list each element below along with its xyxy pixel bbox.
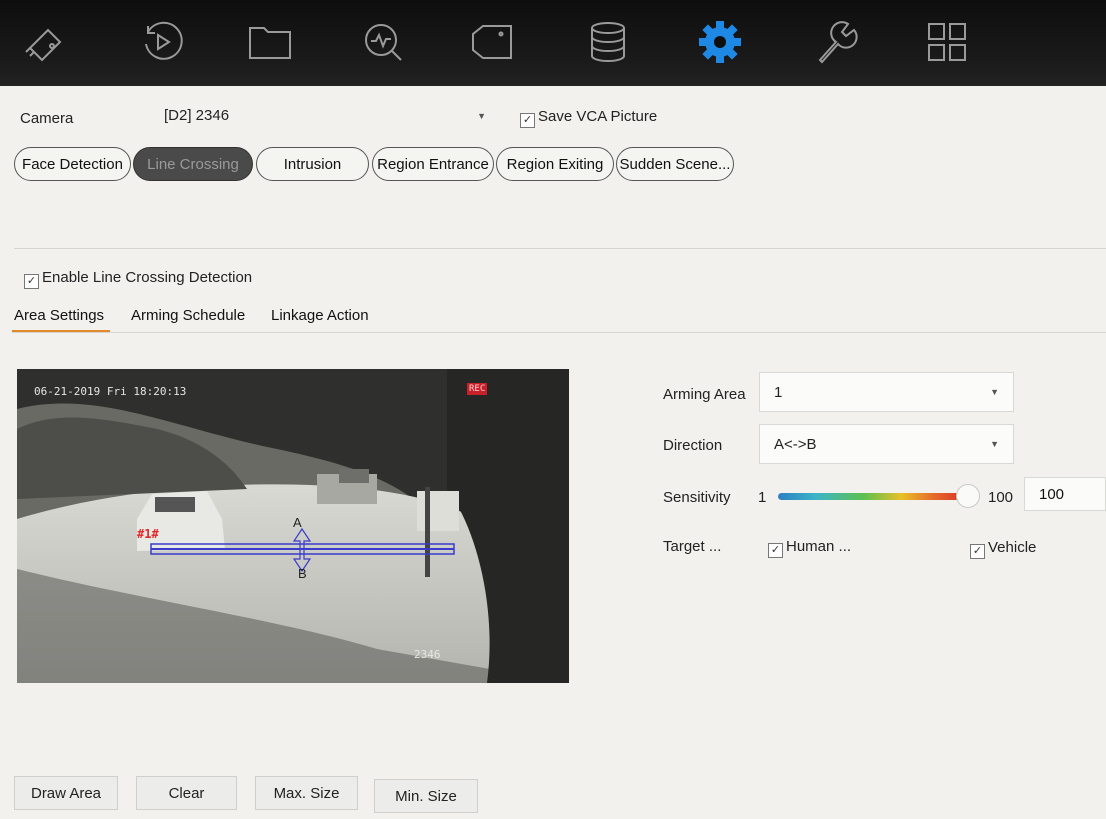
- tab-linkage-action[interactable]: Linkage Action: [271, 307, 369, 324]
- clear-button[interactable]: Clear: [136, 776, 237, 810]
- video-preview[interactable]: 06-21-2019 Fri 18:20:13 REC #1# A B 2346: [17, 369, 569, 683]
- draw-area-button[interactable]: Draw Area: [14, 776, 118, 810]
- menu-grid-icon[interactable]: [919, 14, 975, 70]
- divider: [12, 332, 1106, 333]
- save-vca-checkbox[interactable]: ✓ Save VCA Picture: [520, 108, 657, 128]
- settings-panel: Camera [D2] 2346 ▼ ✓ Save VCA Picture Fac…: [0, 86, 1106, 819]
- channel-name-osd: 2346: [414, 648, 441, 661]
- sensitivity-input[interactable]: 100: [1024, 477, 1106, 511]
- video-timestamp: 06-21-2019 Fri 18:20:13: [34, 385, 187, 398]
- line-id-label: #1#: [137, 527, 159, 541]
- chevron-down-icon: ▼: [477, 111, 486, 121]
- storage-icon[interactable]: [580, 14, 636, 70]
- arming-area-select[interactable]: 1 ▼: [759, 372, 1014, 412]
- camera-icon[interactable]: [465, 14, 521, 70]
- chevron-down-icon: ▼: [990, 387, 999, 397]
- checkbox-icon: ✓: [24, 274, 39, 289]
- human-checkbox[interactable]: ✓ Human ...: [768, 538, 851, 558]
- tab-sudden-scene[interactable]: Sudden Scene...: [616, 147, 734, 181]
- tab-label: Intrusion: [283, 155, 342, 173]
- file-icon[interactable]: [242, 14, 298, 70]
- vehicle-label: Vehicle: [988, 539, 1037, 556]
- camera-label: Camera: [20, 110, 74, 127]
- enable-label: Enable Line Crossing Detection: [42, 269, 253, 286]
- live-view-icon[interactable]: [18, 14, 74, 70]
- tab-arming-schedule[interactable]: Arming Schedule: [131, 307, 245, 324]
- checkbox-icon: ✓: [520, 113, 535, 128]
- truck: [317, 469, 377, 504]
- van: [417, 491, 459, 531]
- sensitivity-slider[interactable]: [778, 493, 968, 500]
- maintenance-icon[interactable]: [808, 14, 864, 70]
- sensitivity-max: 100: [988, 489, 1014, 506]
- car: [137, 491, 225, 551]
- target-label: Target ...: [663, 538, 722, 555]
- tab-region-exiting[interactable]: Region Exiting: [496, 147, 614, 181]
- arming-area-label: Arming Area: [663, 386, 746, 403]
- search-icon[interactable]: [355, 14, 411, 70]
- sensitivity-min: 1: [758, 489, 767, 506]
- human-label: Human ...: [786, 538, 852, 555]
- playback-icon[interactable]: [134, 14, 190, 70]
- main-toolbar: [0, 0, 1106, 86]
- checkbox-icon: ✓: [970, 544, 985, 559]
- tab-label: Region Entrance: [377, 155, 489, 173]
- tab-intrusion[interactable]: Intrusion: [256, 147, 369, 181]
- enable-line-crossing-checkbox[interactable]: ✓ Enable Line Crossing Detection: [24, 269, 252, 289]
- checkbox-icon: ✓: [768, 543, 783, 558]
- divider: [14, 248, 1106, 249]
- point-b-label: B: [298, 566, 307, 581]
- min-size-button[interactable]: Min. Size: [374, 779, 478, 813]
- tab-label: Region Exiting: [506, 155, 604, 173]
- save-vca-label: Save VCA Picture: [538, 108, 658, 125]
- max-size-button[interactable]: Max. Size: [255, 776, 358, 810]
- tab-line-crossing[interactable]: Line Crossing: [133, 147, 253, 181]
- point-a-label: A: [293, 515, 302, 530]
- settings-icon[interactable]: [692, 14, 748, 70]
- sensitivity-label: Sensitivity: [663, 489, 731, 506]
- tab-region-entrance[interactable]: Region Entrance: [372, 147, 494, 181]
- tab-area-settings[interactable]: Area Settings: [14, 307, 104, 324]
- direction-value: A<->B: [774, 436, 817, 453]
- camera-select[interactable]: [D2] 2346 ▼: [150, 100, 500, 132]
- tab-face-detection[interactable]: Face Detection: [14, 147, 131, 181]
- tab-label: Sudden Scene...: [619, 155, 731, 173]
- arming-area-value: 1: [774, 384, 783, 401]
- tab-label: Face Detection: [22, 155, 123, 173]
- tab-label: Line Crossing: [147, 155, 239, 173]
- sensitivity-value: 100: [1039, 486, 1065, 503]
- vehicle-checkbox[interactable]: ✓ Vehicle: [970, 539, 1036, 559]
- camera-select-value: [D2] 2346: [164, 107, 230, 124]
- direction-label: Direction: [663, 437, 723, 454]
- rec-indicator: REC: [467, 383, 488, 395]
- direction-select[interactable]: A<->B ▼: [759, 424, 1014, 464]
- chevron-down-icon: ▼: [990, 439, 999, 449]
- sensitivity-slider-handle[interactable]: [956, 484, 980, 508]
